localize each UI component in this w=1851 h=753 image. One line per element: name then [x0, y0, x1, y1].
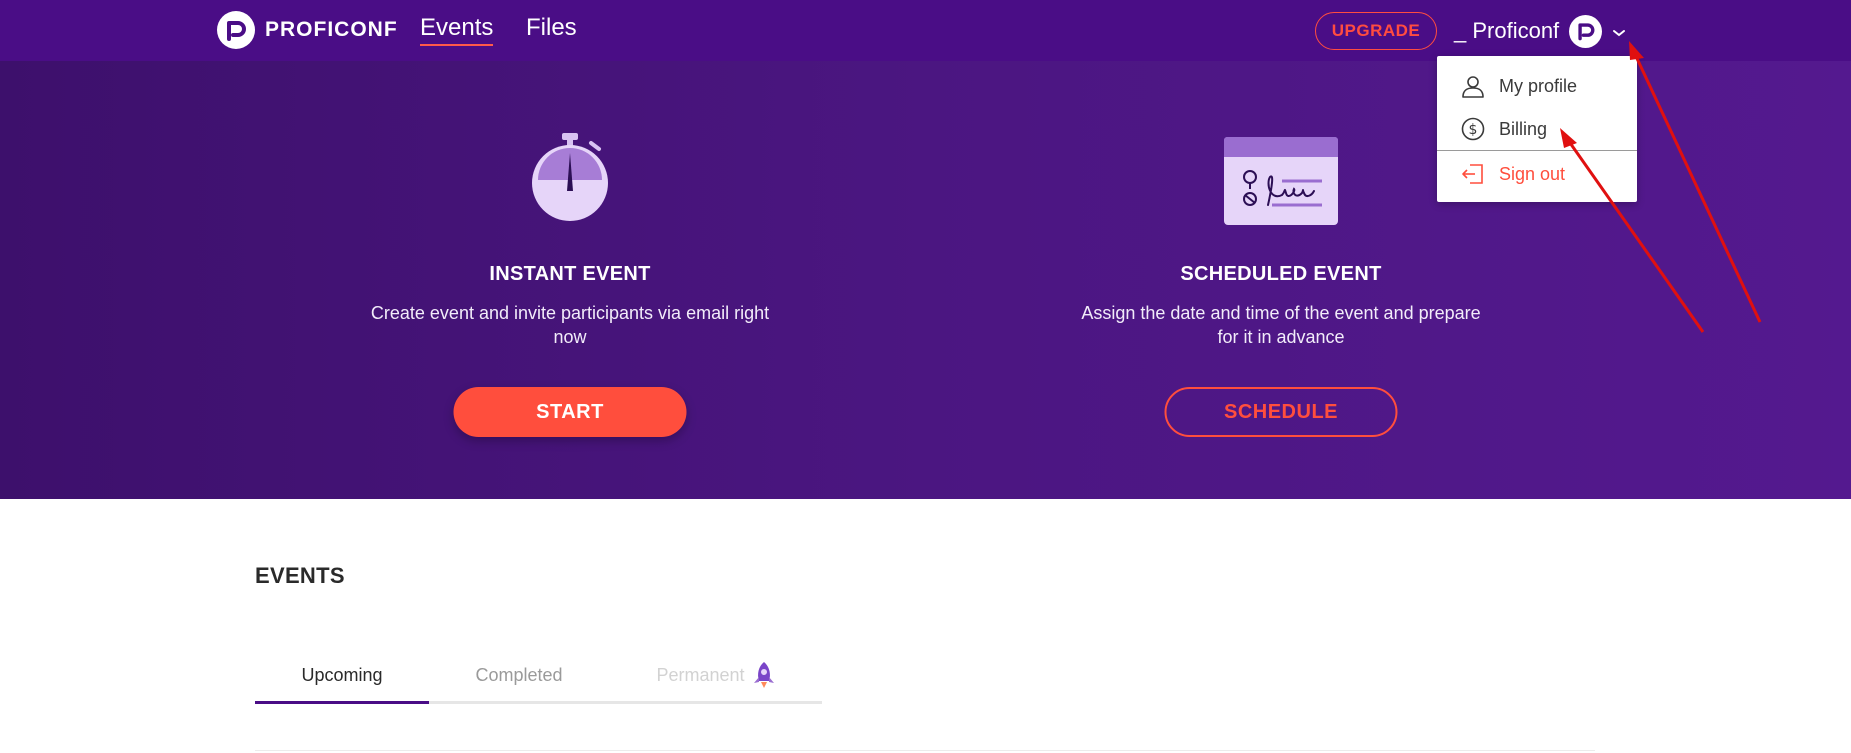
tab-upcoming[interactable]: Upcoming: [255, 645, 429, 705]
user-menu-trigger[interactable]: _ Proficonf: [1454, 12, 1626, 50]
rocket-icon: [753, 661, 775, 689]
chevron-down-icon: [1612, 18, 1626, 44]
menu-divider: [1437, 150, 1637, 151]
logo-text: PROFICONF: [265, 18, 398, 41]
events-tabs: Upcoming Completed Permanent: [255, 645, 822, 705]
upgrade-button[interactable]: UPGRADE: [1315, 12, 1437, 50]
user-icon: [1461, 74, 1485, 98]
menu-item-label: Billing: [1499, 118, 1548, 139]
nav-tab-files[interactable]: Files: [526, 14, 577, 42]
tab-permanent-label: Permanent: [656, 664, 745, 685]
nav-tab-events[interactable]: Events: [420, 14, 494, 46]
menu-item-billing[interactable]: $ Billing: [1437, 109, 1637, 149]
tab-completed[interactable]: Completed: [429, 645, 609, 705]
instant-event-description: Create event and invite participants via…: [370, 303, 770, 347]
dollar-icon: $: [1461, 117, 1485, 141]
menu-item-my-profile[interactable]: My profile: [1437, 66, 1637, 106]
menu-item-label: My profile: [1499, 75, 1578, 96]
start-button[interactable]: START: [453, 387, 687, 437]
scheduled-event-description: Assign the date and time of the event an…: [1081, 303, 1481, 347]
proficonf-logo-icon: [217, 11, 255, 49]
user-dropdown-menu: My profile $ Billing Sign out: [1437, 56, 1637, 202]
scheduled-event-title: SCHEDULED EVENT: [1180, 263, 1382, 285]
events-section-title: EVENTS: [255, 563, 345, 588]
sign-out-icon: [1461, 162, 1485, 186]
list-divider: [255, 750, 1595, 751]
stopwatch-icon: [529, 131, 611, 226]
top-bar: PROFICONF Events Files UPGRADE _ Profico…: [0, 0, 1851, 61]
tab-permanent[interactable]: Permanent: [609, 645, 822, 705]
user-name: _ Proficonf: [1454, 18, 1560, 43]
svg-text:$: $: [1469, 122, 1478, 138]
logo[interactable]: PROFICONF: [217, 11, 398, 49]
instant-event-title: INSTANT EVENT: [489, 263, 651, 285]
avatar-icon: [1569, 14, 1603, 48]
menu-item-sign-out[interactable]: Sign out: [1437, 154, 1637, 194]
menu-item-label: Sign out: [1499, 163, 1566, 184]
tab-active-indicator: [255, 701, 429, 704]
calendar-signature-icon: [1224, 137, 1338, 230]
schedule-button[interactable]: SCHEDULE: [1164, 387, 1398, 437]
